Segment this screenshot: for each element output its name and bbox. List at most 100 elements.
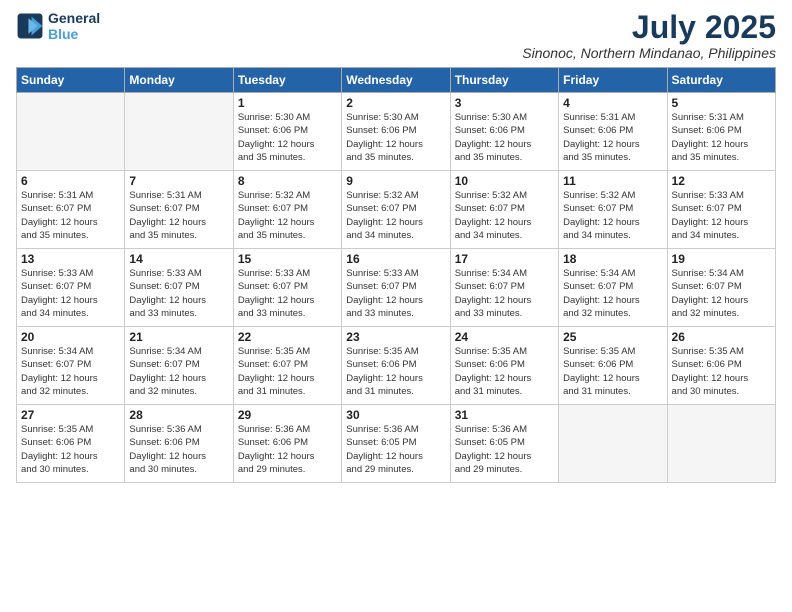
calendar-cell: 17Sunrise: 5:34 AM Sunset: 6:07 PM Dayli… xyxy=(450,249,558,327)
calendar-cell: 11Sunrise: 5:32 AM Sunset: 6:07 PM Dayli… xyxy=(559,171,667,249)
calendar-cell: 8Sunrise: 5:32 AM Sunset: 6:07 PM Daylig… xyxy=(233,171,341,249)
day-number: 19 xyxy=(672,252,771,266)
calendar-cell: 28Sunrise: 5:36 AM Sunset: 6:06 PM Dayli… xyxy=(125,405,233,483)
calendar-header-sunday: Sunday xyxy=(17,68,125,93)
calendar-cell: 1Sunrise: 5:30 AM Sunset: 6:06 PM Daylig… xyxy=(233,93,341,171)
day-number: 25 xyxy=(563,330,662,344)
day-info: Sunrise: 5:31 AM Sunset: 6:07 PM Dayligh… xyxy=(129,189,228,242)
header: General Blue July 2025 Sinonoc, Northern… xyxy=(16,10,776,61)
calendar-header-wednesday: Wednesday xyxy=(342,68,450,93)
day-number: 3 xyxy=(455,96,554,110)
calendar-cell: 3Sunrise: 5:30 AM Sunset: 6:06 PM Daylig… xyxy=(450,93,558,171)
calendar-header-monday: Monday xyxy=(125,68,233,93)
day-number: 12 xyxy=(672,174,771,188)
day-info: Sunrise: 5:32 AM Sunset: 6:07 PM Dayligh… xyxy=(346,189,445,242)
calendar: SundayMondayTuesdayWednesdayThursdayFrid… xyxy=(16,67,776,483)
calendar-week-2: 6Sunrise: 5:31 AM Sunset: 6:07 PM Daylig… xyxy=(17,171,776,249)
day-info: Sunrise: 5:31 AM Sunset: 6:07 PM Dayligh… xyxy=(21,189,120,242)
day-info: Sunrise: 5:36 AM Sunset: 6:05 PM Dayligh… xyxy=(346,423,445,476)
day-number: 5 xyxy=(672,96,771,110)
month-title: July 2025 xyxy=(522,10,776,45)
page: General Blue July 2025 Sinonoc, Northern… xyxy=(0,0,792,612)
day-number: 9 xyxy=(346,174,445,188)
calendar-cell: 15Sunrise: 5:33 AM Sunset: 6:07 PM Dayli… xyxy=(233,249,341,327)
day-info: Sunrise: 5:33 AM Sunset: 6:07 PM Dayligh… xyxy=(672,189,771,242)
calendar-header-friday: Friday xyxy=(559,68,667,93)
calendar-header-tuesday: Tuesday xyxy=(233,68,341,93)
calendar-cell: 10Sunrise: 5:32 AM Sunset: 6:07 PM Dayli… xyxy=(450,171,558,249)
calendar-cell xyxy=(559,405,667,483)
day-number: 17 xyxy=(455,252,554,266)
day-number: 22 xyxy=(238,330,337,344)
calendar-cell: 25Sunrise: 5:35 AM Sunset: 6:06 PM Dayli… xyxy=(559,327,667,405)
day-number: 10 xyxy=(455,174,554,188)
calendar-cell: 27Sunrise: 5:35 AM Sunset: 6:06 PM Dayli… xyxy=(17,405,125,483)
calendar-week-5: 27Sunrise: 5:35 AM Sunset: 6:06 PM Dayli… xyxy=(17,405,776,483)
calendar-cell: 9Sunrise: 5:32 AM Sunset: 6:07 PM Daylig… xyxy=(342,171,450,249)
calendar-week-4: 20Sunrise: 5:34 AM Sunset: 6:07 PM Dayli… xyxy=(17,327,776,405)
day-info: Sunrise: 5:32 AM Sunset: 6:07 PM Dayligh… xyxy=(238,189,337,242)
day-number: 8 xyxy=(238,174,337,188)
day-info: Sunrise: 5:31 AM Sunset: 6:06 PM Dayligh… xyxy=(563,111,662,164)
calendar-cell: 21Sunrise: 5:34 AM Sunset: 6:07 PM Dayli… xyxy=(125,327,233,405)
calendar-cell xyxy=(17,93,125,171)
calendar-cell: 12Sunrise: 5:33 AM Sunset: 6:07 PM Dayli… xyxy=(667,171,775,249)
day-info: Sunrise: 5:34 AM Sunset: 6:07 PM Dayligh… xyxy=(563,267,662,320)
day-info: Sunrise: 5:36 AM Sunset: 6:05 PM Dayligh… xyxy=(455,423,554,476)
day-number: 18 xyxy=(563,252,662,266)
day-number: 21 xyxy=(129,330,228,344)
calendar-cell: 20Sunrise: 5:34 AM Sunset: 6:07 PM Dayli… xyxy=(17,327,125,405)
calendar-header-saturday: Saturday xyxy=(667,68,775,93)
calendar-week-1: 1Sunrise: 5:30 AM Sunset: 6:06 PM Daylig… xyxy=(17,93,776,171)
day-info: Sunrise: 5:34 AM Sunset: 6:07 PM Dayligh… xyxy=(129,345,228,398)
subtitle: Sinonoc, Northern Mindanao, Philippines xyxy=(522,45,776,61)
day-number: 30 xyxy=(346,408,445,422)
day-info: Sunrise: 5:32 AM Sunset: 6:07 PM Dayligh… xyxy=(563,189,662,242)
day-info: Sunrise: 5:30 AM Sunset: 6:06 PM Dayligh… xyxy=(455,111,554,164)
day-info: Sunrise: 5:36 AM Sunset: 6:06 PM Dayligh… xyxy=(129,423,228,476)
day-info: Sunrise: 5:31 AM Sunset: 6:06 PM Dayligh… xyxy=(672,111,771,164)
day-number: 26 xyxy=(672,330,771,344)
calendar-cell: 19Sunrise: 5:34 AM Sunset: 6:07 PM Dayli… xyxy=(667,249,775,327)
logo-text: General Blue xyxy=(48,10,100,42)
day-info: Sunrise: 5:30 AM Sunset: 6:06 PM Dayligh… xyxy=(346,111,445,164)
calendar-cell: 16Sunrise: 5:33 AM Sunset: 6:07 PM Dayli… xyxy=(342,249,450,327)
calendar-cell: 6Sunrise: 5:31 AM Sunset: 6:07 PM Daylig… xyxy=(17,171,125,249)
day-info: Sunrise: 5:34 AM Sunset: 6:07 PM Dayligh… xyxy=(672,267,771,320)
day-number: 31 xyxy=(455,408,554,422)
day-number: 11 xyxy=(563,174,662,188)
calendar-header-row: SundayMondayTuesdayWednesdayThursdayFrid… xyxy=(17,68,776,93)
day-number: 16 xyxy=(346,252,445,266)
day-info: Sunrise: 5:35 AM Sunset: 6:06 PM Dayligh… xyxy=(563,345,662,398)
day-info: Sunrise: 5:35 AM Sunset: 6:06 PM Dayligh… xyxy=(455,345,554,398)
day-number: 6 xyxy=(21,174,120,188)
day-info: Sunrise: 5:35 AM Sunset: 6:07 PM Dayligh… xyxy=(238,345,337,398)
day-info: Sunrise: 5:35 AM Sunset: 6:06 PM Dayligh… xyxy=(346,345,445,398)
calendar-cell: 26Sunrise: 5:35 AM Sunset: 6:06 PM Dayli… xyxy=(667,327,775,405)
day-number: 15 xyxy=(238,252,337,266)
calendar-cell: 4Sunrise: 5:31 AM Sunset: 6:06 PM Daylig… xyxy=(559,93,667,171)
day-number: 28 xyxy=(129,408,228,422)
day-info: Sunrise: 5:35 AM Sunset: 6:06 PM Dayligh… xyxy=(672,345,771,398)
logo: General Blue xyxy=(16,10,100,42)
title-block: July 2025 Sinonoc, Northern Mindanao, Ph… xyxy=(522,10,776,61)
calendar-cell: 31Sunrise: 5:36 AM Sunset: 6:05 PM Dayli… xyxy=(450,405,558,483)
day-info: Sunrise: 5:34 AM Sunset: 6:07 PM Dayligh… xyxy=(21,345,120,398)
day-info: Sunrise: 5:32 AM Sunset: 6:07 PM Dayligh… xyxy=(455,189,554,242)
day-number: 7 xyxy=(129,174,228,188)
day-info: Sunrise: 5:35 AM Sunset: 6:06 PM Dayligh… xyxy=(21,423,120,476)
calendar-cell xyxy=(667,405,775,483)
day-info: Sunrise: 5:30 AM Sunset: 6:06 PM Dayligh… xyxy=(238,111,337,164)
calendar-cell: 2Sunrise: 5:30 AM Sunset: 6:06 PM Daylig… xyxy=(342,93,450,171)
day-number: 27 xyxy=(21,408,120,422)
day-number: 20 xyxy=(21,330,120,344)
calendar-week-3: 13Sunrise: 5:33 AM Sunset: 6:07 PM Dayli… xyxy=(17,249,776,327)
calendar-cell: 7Sunrise: 5:31 AM Sunset: 6:07 PM Daylig… xyxy=(125,171,233,249)
day-info: Sunrise: 5:36 AM Sunset: 6:06 PM Dayligh… xyxy=(238,423,337,476)
calendar-cell: 18Sunrise: 5:34 AM Sunset: 6:07 PM Dayli… xyxy=(559,249,667,327)
calendar-cell xyxy=(125,93,233,171)
calendar-header-thursday: Thursday xyxy=(450,68,558,93)
day-number: 4 xyxy=(563,96,662,110)
calendar-cell: 22Sunrise: 5:35 AM Sunset: 6:07 PM Dayli… xyxy=(233,327,341,405)
day-number: 29 xyxy=(238,408,337,422)
